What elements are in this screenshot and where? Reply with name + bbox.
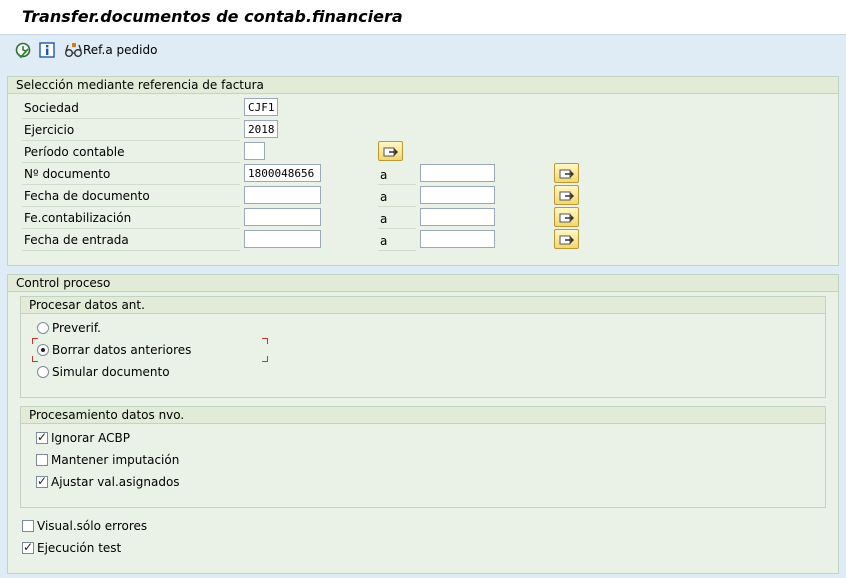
selection-group-title: Selección mediante referencia de factura bbox=[16, 78, 264, 92]
info-icon[interactable] bbox=[38, 41, 56, 59]
execute-clock-icon[interactable] bbox=[14, 41, 32, 59]
control-group-title: Control proceso bbox=[16, 276, 111, 290]
focus-corner bbox=[32, 356, 38, 362]
borrar-radio[interactable] bbox=[37, 344, 49, 356]
row-divider bbox=[378, 228, 416, 229]
borrar-label: Borrar datos anteriores bbox=[52, 343, 192, 357]
title-bar: Transfer.documentos de contab.financiera bbox=[0, 0, 846, 35]
visual-errores-checkbox[interactable] bbox=[22, 520, 34, 532]
simular-radio[interactable] bbox=[37, 366, 49, 378]
fecha-entrada-from-input[interactable] bbox=[244, 230, 321, 248]
ignorar-acbp-checkbox[interactable] bbox=[36, 430, 48, 444]
documento-to-input[interactable] bbox=[420, 164, 495, 182]
fecha-entrada-to-input[interactable] bbox=[420, 230, 495, 248]
documento-to-label: a bbox=[380, 168, 388, 182]
page-title: Transfer.documentos de contab.financiera bbox=[22, 7, 403, 26]
row-divider bbox=[22, 118, 240, 119]
mantener-imputacion-checkbox[interactable] bbox=[36, 454, 48, 466]
documento-label: Nº documento bbox=[24, 167, 111, 181]
ajustar-val-label: Ajustar val.asignados bbox=[51, 475, 180, 489]
periodo-input[interactable] bbox=[244, 142, 265, 160]
focus-corner bbox=[262, 356, 268, 362]
fe-contab-label: Fe.contabilización bbox=[24, 211, 132, 225]
row-divider bbox=[378, 184, 416, 185]
preverif-radio[interactable] bbox=[37, 322, 49, 334]
focus-corner bbox=[262, 338, 268, 344]
documento-multiple-selection-button[interactable] bbox=[554, 163, 579, 183]
arrow-right-icon bbox=[559, 191, 574, 201]
documento-from-input[interactable]: 1800048656 bbox=[244, 164, 321, 182]
simular-label: Simular documento bbox=[52, 365, 170, 379]
row-divider bbox=[22, 250, 240, 251]
row-divider bbox=[22, 228, 240, 229]
ignorar-acbp-label: Ignorar ACBP bbox=[51, 431, 130, 445]
fecha-doc-to-label: a bbox=[380, 190, 388, 204]
arrow-right-icon bbox=[559, 213, 574, 223]
preverif-label: Preverif. bbox=[52, 321, 101, 335]
selection-group-header: Selección mediante referencia de factura bbox=[8, 77, 838, 94]
ejercicio-label: Ejercicio bbox=[24, 123, 75, 137]
sociedad-label: Sociedad bbox=[24, 101, 79, 115]
fecha-entrada-label: Fecha de entrada bbox=[24, 233, 129, 247]
ref-pedido-button[interactable]: Ref.a pedido bbox=[64, 41, 160, 59]
new-data-group-title: Procesamiento datos nvo. bbox=[29, 408, 185, 422]
row-divider bbox=[378, 206, 416, 207]
visual-errores-label: Visual.sólo errores bbox=[37, 519, 148, 533]
fecha-doc-label: Fecha de documento bbox=[24, 189, 150, 203]
ejecucion-test-label: Ejecución test bbox=[37, 541, 122, 555]
fe-contab-multiple-selection-button[interactable] bbox=[554, 207, 579, 227]
application-toolbar: Ref.a pedido bbox=[0, 35, 846, 65]
ref-pedido-label: Ref.a pedido bbox=[83, 43, 158, 57]
arrow-right-icon bbox=[383, 147, 398, 157]
ejecucion-test-checkbox[interactable] bbox=[22, 540, 34, 554]
fecha-doc-to-input[interactable] bbox=[420, 186, 495, 204]
prev-data-group-title: Procesar datos ant. bbox=[29, 298, 145, 312]
focus-corner bbox=[32, 338, 38, 344]
ajustar-val-checkbox[interactable] bbox=[36, 474, 48, 488]
row-divider bbox=[22, 184, 240, 185]
control-group-header: Control proceso bbox=[8, 275, 838, 292]
fecha-doc-from-input[interactable] bbox=[244, 186, 321, 204]
sociedad-input[interactable]: CJF1 bbox=[244, 98, 278, 116]
fecha-doc-multiple-selection-button[interactable] bbox=[554, 185, 579, 205]
fecha-entrada-to-label: a bbox=[380, 234, 388, 248]
fecha-entrada-multiple-selection-button[interactable] bbox=[554, 229, 579, 249]
row-divider bbox=[22, 206, 240, 207]
arrow-right-icon bbox=[559, 169, 574, 179]
glasses-icon bbox=[64, 41, 84, 62]
prev-data-group-header: Procesar datos ant. bbox=[21, 297, 825, 314]
fe-contab-to-label: a bbox=[380, 212, 388, 226]
new-data-group-header: Procesamiento datos nvo. bbox=[21, 407, 825, 424]
ejercicio-input[interactable]: 2018 bbox=[244, 120, 278, 138]
arrow-right-icon bbox=[559, 235, 574, 245]
row-divider bbox=[22, 162, 240, 163]
periodo-multiple-selection-button[interactable] bbox=[378, 141, 403, 161]
mantener-imputacion-label: Mantener imputación bbox=[51, 453, 180, 467]
fe-contab-from-input[interactable] bbox=[244, 208, 321, 226]
fe-contab-to-input[interactable] bbox=[420, 208, 495, 226]
row-divider bbox=[22, 140, 240, 141]
row-divider bbox=[378, 250, 416, 251]
periodo-label: Período contable bbox=[24, 145, 125, 159]
